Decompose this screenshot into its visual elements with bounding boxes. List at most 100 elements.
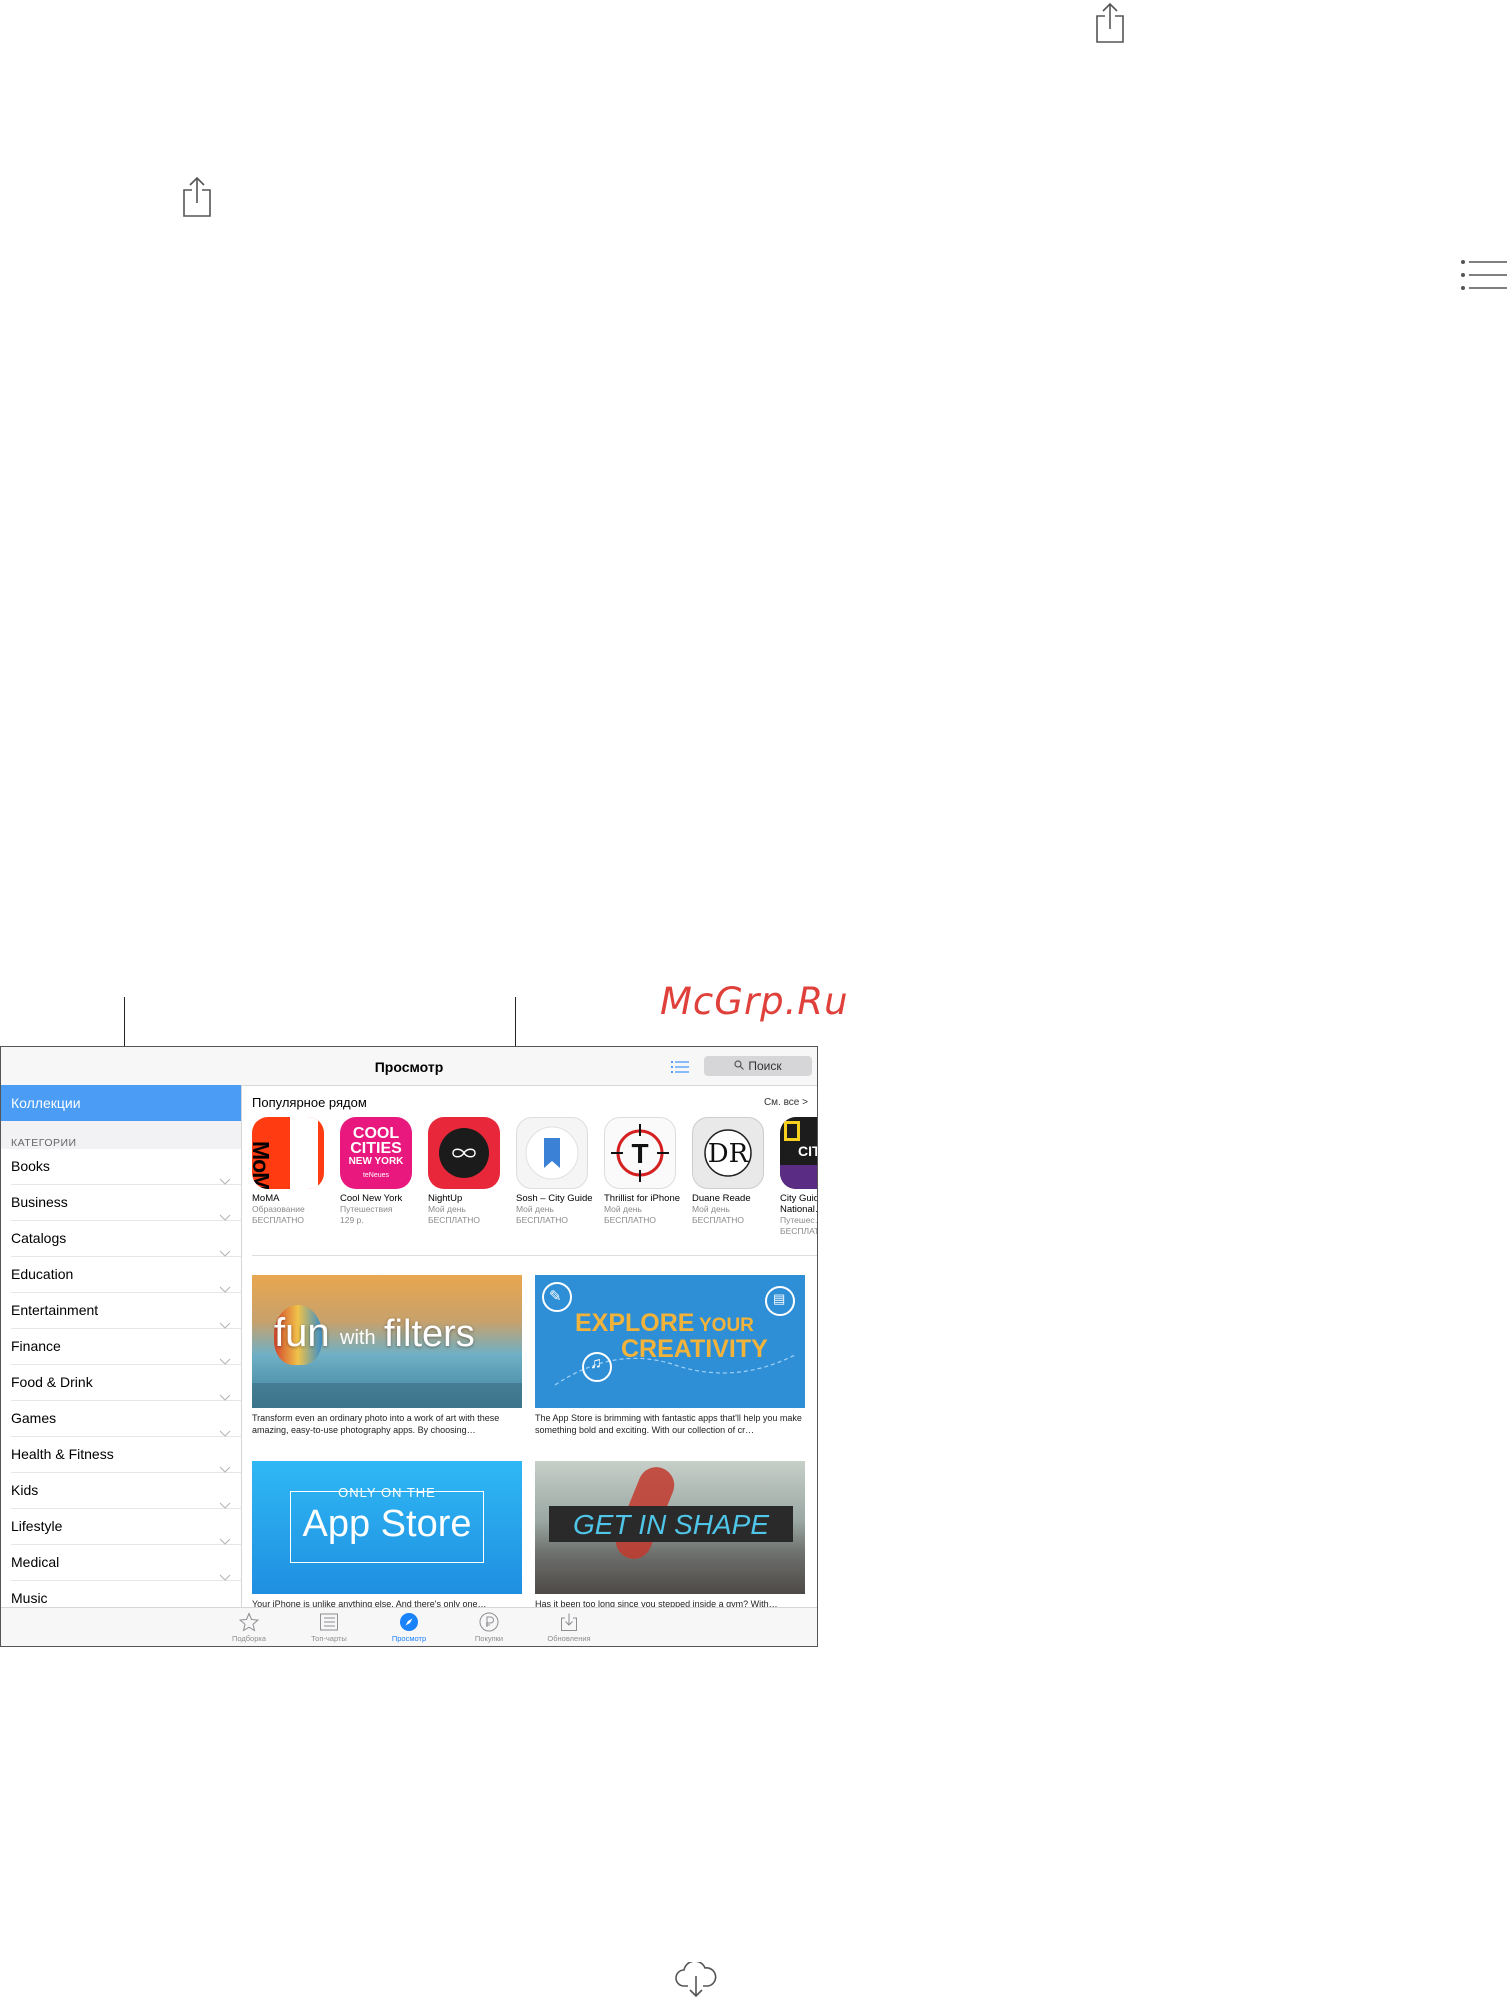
app-tile[interactable]: NightUp Мой день БЕСПЛАТНО: [428, 1117, 508, 1226]
tab-featured[interactable]: Подборка: [214, 1612, 284, 1643]
banner-fun-with-filters[interactable]: fun with filters: [252, 1275, 522, 1408]
app-tile[interactable]: Sosh – City Guide Мой день БЕСПЛАТНО: [516, 1117, 596, 1226]
sidebar-item-category[interactable]: Games: [11, 1401, 241, 1437]
navigation-bar: Просмотр Поиск: [1, 1047, 817, 1086]
app-category: Путешествия: [340, 1204, 393, 1214]
app-tile[interactable]: MoMA MoMA Образование БЕСПЛАТНО: [252, 1117, 332, 1226]
purchased-icon: [454, 1612, 524, 1632]
icon-text: teNeues: [362, 1172, 390, 1179]
app-tile[interactable]: CIT City Guides National… Путешес… БЕСПЛ…: [780, 1117, 817, 1237]
tab-updates[interactable]: Обновления: [534, 1612, 604, 1643]
app-category: Путешес…: [780, 1215, 817, 1225]
pencil-icon: ✎: [549, 1288, 562, 1305]
sidebar-item-category[interactable]: Books: [11, 1149, 241, 1185]
sidebar-item-category[interactable]: Lifestyle: [11, 1509, 241, 1545]
tab-top-charts[interactable]: Топ-чарты: [294, 1612, 364, 1643]
category-label: Education: [11, 1266, 74, 1282]
list-view-icon[interactable]: [671, 1060, 689, 1078]
banner-headline: GET IN SHAPE: [572, 1509, 770, 1540]
thrillist-logo-text: T: [631, 1138, 649, 1169]
sidebar-item-category[interactable]: Education: [11, 1257, 241, 1293]
see-all-link[interactable]: См. все >: [764, 1097, 808, 1108]
page-title: Просмотр: [374, 1059, 444, 1075]
sidebar-item-category[interactable]: Catalogs: [11, 1221, 241, 1257]
moma-app-icon: MoMA: [252, 1117, 324, 1189]
app-category: Мой день: [692, 1204, 730, 1214]
tab-browse[interactable]: Просмотр: [374, 1612, 444, 1643]
app-price: БЕСПЛАТНО: [692, 1215, 745, 1225]
tab-bar: Подборка Топ-чарты Просмотр Покупки Обно…: [1, 1607, 817, 1646]
sidebar-item-category[interactable]: Health & Fitness: [11, 1437, 241, 1473]
banner-only-on-app-store[interactable]: ONLY ON THE App Store: [252, 1461, 522, 1594]
section-title: Популярное рядом: [252, 1095, 367, 1110]
thrillist-app-icon: T: [604, 1117, 676, 1189]
search-placeholder: Поиск: [748, 1059, 782, 1073]
share-icon[interactable]: [182, 176, 212, 218]
list-icon: [294, 1612, 364, 1632]
city-guides-app-icon: CIT: [780, 1117, 817, 1189]
app-category: Мой день: [604, 1204, 642, 1214]
app-price: БЕСПЛАТНО: [428, 1215, 481, 1225]
sidebar-item-category[interactable]: Business: [11, 1185, 241, 1221]
sidebar-item-category[interactable]: Entertainment: [11, 1293, 241, 1329]
categories-header: КАТЕГОРИИ: [1, 1121, 241, 1149]
nightup-app-icon: [428, 1117, 500, 1189]
city-guides-logo-text: CIT: [798, 1143, 817, 1159]
app-price: БЕСПЛАТ…: [780, 1226, 817, 1236]
category-label: Books: [11, 1158, 50, 1174]
clapperboard-icon: ▤: [773, 1291, 786, 1306]
sidebar-item-collections[interactable]: Коллекции: [1, 1085, 241, 1121]
category-label: Health & Fitness: [11, 1446, 114, 1462]
sidebar-item-category[interactable]: Medical: [11, 1545, 241, 1581]
category-label: Music: [11, 1590, 48, 1606]
banner-headline: filters: [384, 1313, 475, 1355]
duane-reade-logo-text: DR: [707, 1139, 749, 1169]
app-tile[interactable]: COOL CITIES NEW YORK teNeues Cool New Yo…: [340, 1117, 420, 1226]
nearby-apps-row: MoMA MoMA Образование БЕСПЛАТНО COOL CIT…: [252, 1117, 817, 1257]
app-name: Duane Reade: [692, 1193, 751, 1204]
banner-headline: fun: [274, 1311, 330, 1355]
category-label: Medical: [11, 1554, 60, 1570]
banner-headline: App Store: [302, 1503, 472, 1545]
app-tile[interactable]: T Thrillist for iPhone Мой день БЕСПЛАТН…: [604, 1117, 684, 1226]
star-icon: [214, 1612, 284, 1632]
banner-explore-creativity[interactable]: ✎ ▤ ♫ EXPLORE YOUR CREATIVITY: [535, 1275, 805, 1408]
app-price: 129 р.: [340, 1215, 364, 1225]
icon-text: NEW YORK: [348, 1156, 404, 1167]
app-price: БЕСПЛАТНО: [252, 1215, 305, 1225]
banner-headline: YOUR: [699, 1315, 754, 1336]
duane-reade-app-icon: DR: [692, 1117, 764, 1189]
tab-label: Просмотр: [391, 1634, 427, 1643]
banner-headline: EXPLORE: [575, 1309, 695, 1337]
sidebar-item-category[interactable]: Food & Drink: [11, 1365, 241, 1401]
category-label: Kids: [11, 1482, 39, 1498]
cloud-download-icon[interactable]: [675, 1962, 717, 1998]
app-category: Образование: [252, 1204, 305, 1214]
tab-label: Топ-чарты: [311, 1634, 347, 1643]
app-name: Thrillist for iPhone: [604, 1193, 681, 1204]
list-icon[interactable]: [1461, 260, 1507, 290]
category-label: Business: [11, 1194, 68, 1210]
share-icon[interactable]: [1095, 2, 1125, 44]
music-note-icon: ♫: [590, 1355, 602, 1372]
tab-label: Обновления: [547, 1634, 591, 1643]
app-name: Sosh – City Guide: [516, 1193, 593, 1204]
category-label: Entertainment: [11, 1302, 99, 1318]
sidebar-item-category[interactable]: Finance: [11, 1329, 241, 1365]
app-name: NightUp: [428, 1193, 463, 1204]
compass-icon: [374, 1612, 444, 1632]
banner-get-in-shape[interactable]: GET IN SHAPE: [535, 1461, 805, 1594]
search-icon: [734, 1059, 745, 1073]
sidebar-item-category[interactable]: Kids: [11, 1473, 241, 1509]
banner-headline: ONLY ON THE: [338, 1485, 436, 1500]
tab-purchased[interactable]: Покупки: [454, 1612, 524, 1643]
browse-content: Популярное рядом См. все > MoMA MoMA Обр…: [242, 1085, 817, 1609]
icon-text: CITIES: [350, 1140, 402, 1157]
app-name: Cool New York: [340, 1193, 403, 1204]
category-label: Food & Drink: [11, 1374, 93, 1390]
category-label: Lifestyle: [11, 1518, 63, 1534]
app-tile[interactable]: DR Duane Reade Мой день БЕСПЛАТНО: [692, 1117, 772, 1226]
search-input[interactable]: Поиск: [704, 1056, 812, 1076]
sidebar-item-category[interactable]: Music: [11, 1581, 241, 1609]
category-label: Games: [11, 1410, 57, 1426]
